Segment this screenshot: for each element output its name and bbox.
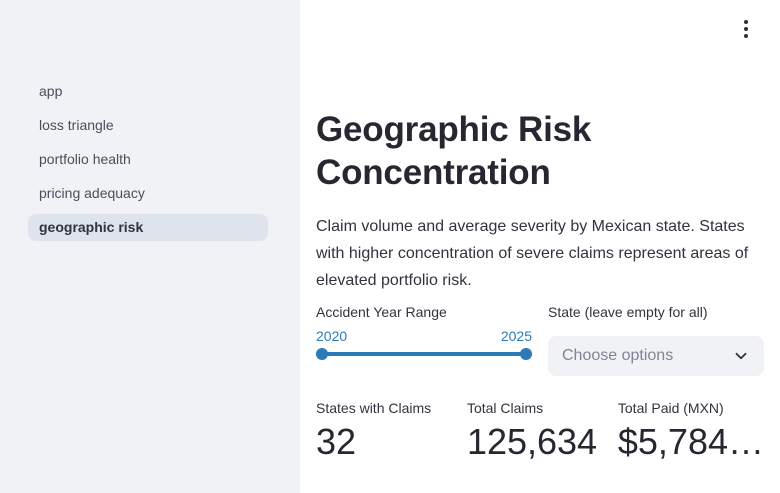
- metrics-row: States with Claims 32 Total Claims 125,6…: [316, 398, 764, 464]
- kebab-dot: [744, 27, 748, 31]
- kebab-dot: [744, 20, 748, 24]
- state-select-input[interactable]: Choose options: [548, 336, 764, 376]
- metric-label: Total Paid (MXN): [617, 400, 724, 416]
- metric-label: States with Claims: [316, 400, 432, 416]
- app-window: app loss triangle portfolio health prici…: [0, 0, 780, 493]
- state-select-label: State (leave empty for all): [548, 304, 708, 320]
- sidebar-item-loss-triangle[interactable]: loss triangle: [28, 112, 268, 139]
- year-slider-label: Accident Year Range: [316, 304, 447, 320]
- metric-total-claims: Total Claims 125,634: [467, 398, 602, 464]
- kebab-dot: [744, 34, 748, 38]
- year-slider-thumb-start[interactable]: [316, 348, 328, 360]
- chevron-down-icon: [735, 352, 747, 360]
- year-slider-values: 2020 2025: [316, 326, 532, 346]
- year-slider-thumb-end[interactable]: [520, 348, 532, 360]
- year-slider-end-value: 2025: [500, 328, 532, 344]
- sidebar-item-portfolio-health[interactable]: portfolio health: [28, 146, 268, 173]
- metric-label: Total Claims: [466, 400, 544, 416]
- page-title: Geographic Risk Concentration: [316, 110, 592, 192]
- main-panel: Geographic Risk Concentration Claim volu…: [300, 0, 780, 493]
- year-range-slider-widget: Accident Year Range 2020 2025: [316, 302, 532, 376]
- metric-value: 32: [316, 421, 357, 462]
- metric-value: $5,784…: [617, 421, 764, 462]
- state-select-placeholder: Choose options: [562, 347, 674, 364]
- sidebar-nav: app loss triangle portfolio health prici…: [0, 0, 300, 241]
- metric-total-paid: Total Paid (MXN) $5,784…: [618, 398, 764, 464]
- kebab-menu-icon[interactable]: [730, 13, 762, 45]
- sidebar-item-geographic-risk[interactable]: geographic risk: [28, 214, 268, 241]
- filter-controls-row: Accident Year Range 2020 2025 State (lea…: [316, 302, 764, 376]
- page-description: Claim volume and average severity by Mex…: [316, 218, 749, 289]
- sidebar-item-app[interactable]: app: [28, 78, 268, 105]
- page-content: Geographic Risk Concentration Claim volu…: [300, 0, 780, 464]
- metric-states-with-claims: States with Claims 32: [316, 398, 451, 464]
- metric-value: 125,634: [466, 421, 598, 462]
- sidebar-item-pricing-adequacy[interactable]: pricing adequacy: [28, 180, 268, 207]
- sidebar: app loss triangle portfolio health prici…: [0, 0, 300, 493]
- year-slider-track[interactable]: [316, 348, 532, 360]
- state-select-widget: State (leave empty for all) Choose optio…: [548, 302, 764, 376]
- year-slider-start-value: 2020: [316, 328, 348, 344]
